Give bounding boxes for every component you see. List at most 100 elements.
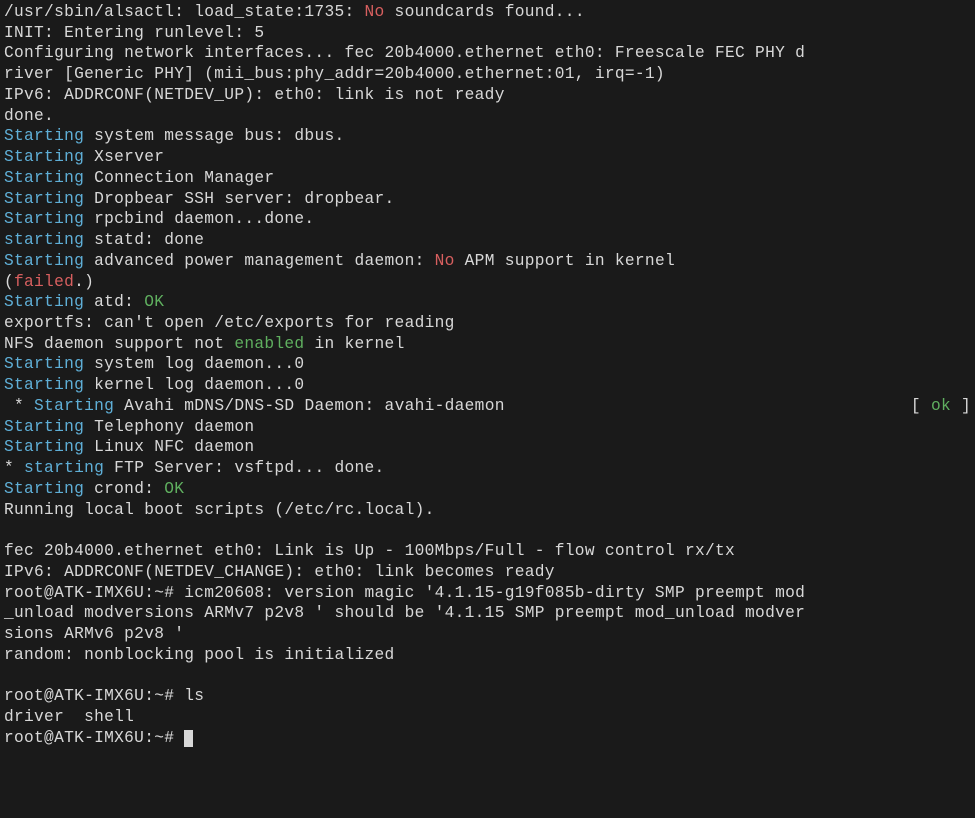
terminal-text: system log daemon...0 [84,355,304,373]
terminal-line: fec 20b4000.ethernet eth0: Link is Up - … [4,541,971,562]
terminal-text [4,667,14,685]
terminal-text: done. [4,107,54,125]
terminal-line: Starting system message bus: dbus. [4,126,971,147]
terminal-text: Starting [4,438,84,456]
terminal-text: Starting [4,355,84,373]
terminal-text: * [4,459,24,477]
terminal-text: NFS daemon support not [4,335,234,353]
terminal-text: random: nonblocking pool is initialized [4,646,395,664]
terminal-text: soundcards found... [385,3,585,21]
terminal-text: Starting [4,293,84,311]
terminal-text: driver shell [4,708,134,726]
terminal-text: root@ATK-IMX6U:~# ls [4,687,204,705]
terminal-text: failed [14,273,74,291]
terminal-line: Starting system log daemon...0 [4,354,971,375]
terminal-text: kernel log daemon...0 [84,376,304,394]
terminal-text: Xserver [84,148,164,166]
terminal-line: Starting atd: OK [4,292,971,313]
terminal-text: Telephony daemon [84,418,254,436]
terminal-line: root@ATK-IMX6U:~# ls [4,686,971,707]
terminal-text: APM support in kernel [455,252,675,270]
terminal-line: NFS daemon support not enabled in kernel [4,334,971,355]
terminal-text: Starting [4,376,84,394]
terminal-line: * Starting Avahi mDNS/DNS-SD Daemon: ava… [4,396,971,417]
terminal-text: Starting [4,418,84,436]
terminal-line: root@ATK-IMX6U:~# [4,728,971,749]
terminal-text: /usr/sbin/alsactl: load_state:1735: [4,3,365,21]
terminal-text: No [365,3,385,21]
terminal-text: OK [164,480,184,498]
terminal-line: INIT: Entering runlevel: 5 [4,23,971,44]
terminal-text: Configuring network interfaces... fec 20… [4,44,805,62]
terminal-text: exportfs: can't open /etc/exports for re… [4,314,455,332]
terminal-text: advanced power management daemon: [84,252,435,270]
terminal-text: Starting [4,210,84,228]
terminal-text: river [Generic PHY] (mii_bus:phy_addr=20… [4,65,665,83]
terminal-output[interactable]: /usr/sbin/alsactl: load_state:1735: No s… [4,2,971,748]
terminal-text: starting [4,231,84,249]
terminal-text: in kernel [304,335,404,353]
terminal-line: (failed.) [4,272,971,293]
terminal-line: /usr/sbin/alsactl: load_state:1735: No s… [4,2,971,23]
terminal-text: root@ATK-IMX6U:~# icm20608: version magi… [4,584,805,602]
terminal-text: Starting [4,190,84,208]
terminal-text: crond: [84,480,164,498]
terminal-line: * starting FTP Server: vsftpd... done. [4,458,971,479]
terminal-text: Starting [34,397,114,415]
terminal-line [4,666,971,687]
terminal-line: river [Generic PHY] (mii_bus:phy_addr=20… [4,64,971,85]
terminal-text [4,521,14,539]
terminal-text: enabled [234,335,304,353]
terminal-text: Starting [4,480,84,498]
terminal-text: OK [144,293,164,311]
terminal-line: done. [4,106,971,127]
terminal-text: Starting [4,148,84,166]
terminal-text: rpcbind daemon...done. [84,210,314,228]
terminal-text: Starting [4,252,84,270]
terminal-text: No [435,252,455,270]
terminal-line: sions ARMv6 p2v8 ' [4,624,971,645]
status-indicator: [ ok ] [911,396,971,417]
cursor [184,730,193,747]
terminal-text: INIT: Entering runlevel: 5 [4,24,264,42]
terminal-text: Running local boot scripts (/etc/rc.loca… [4,501,435,519]
terminal-text: IPv6: ADDRCONF(NETDEV_CHANGE): eth0: lin… [4,563,555,581]
terminal-line: _unload modversions ARMv7 p2v8 ' should … [4,603,971,624]
terminal-line: root@ATK-IMX6U:~# icm20608: version magi… [4,583,971,604]
terminal-text: atd: [84,293,144,311]
terminal-text: root@ATK-IMX6U:~# [4,729,184,747]
terminal-text: Avahi mDNS/DNS-SD Daemon: avahi-daemon [114,397,505,415]
terminal-line: Starting Dropbear SSH server: dropbear. [4,189,971,210]
terminal-text: sions ARMv6 p2v8 ' [4,625,184,643]
terminal-line: Starting Telephony daemon [4,417,971,438]
terminal-line: Starting Connection Manager [4,168,971,189]
terminal-text: fec 20b4000.ethernet eth0: Link is Up - … [4,542,735,560]
terminal-text: _unload modversions ARMv7 p2v8 ' should … [4,604,805,622]
terminal-line: IPv6: ADDRCONF(NETDEV_UP): eth0: link is… [4,85,971,106]
terminal-text: * [4,397,34,415]
terminal-line: Starting rpcbind daemon...done. [4,209,971,230]
terminal-line: Starting advanced power management daemo… [4,251,971,272]
terminal-text: FTP Server: vsftpd... done. [104,459,384,477]
terminal-line: IPv6: ADDRCONF(NETDEV_CHANGE): eth0: lin… [4,562,971,583]
terminal-line: Starting Xserver [4,147,971,168]
terminal-text: Starting [4,127,84,145]
terminal-text: Starting [4,169,84,187]
terminal-line: driver shell [4,707,971,728]
terminal-text: starting [24,459,104,477]
terminal-text: system message bus: dbus. [84,127,344,145]
terminal-line: Configuring network interfaces... fec 20… [4,43,971,64]
terminal-text: ( [4,273,14,291]
terminal-line: random: nonblocking pool is initialized [4,645,971,666]
terminal-line: starting statd: done [4,230,971,251]
terminal-text: Dropbear SSH server: dropbear. [84,190,394,208]
terminal-line: Starting Linux NFC daemon [4,437,971,458]
terminal-text: Linux NFC daemon [84,438,254,456]
terminal-line: Starting crond: OK [4,479,971,500]
terminal-line [4,520,971,541]
terminal-line: exportfs: can't open /etc/exports for re… [4,313,971,334]
terminal-line: Running local boot scripts (/etc/rc.loca… [4,500,971,521]
terminal-text: Connection Manager [84,169,274,187]
terminal-text: IPv6: ADDRCONF(NETDEV_UP): eth0: link is… [4,86,505,104]
terminal-line: Starting kernel log daemon...0 [4,375,971,396]
